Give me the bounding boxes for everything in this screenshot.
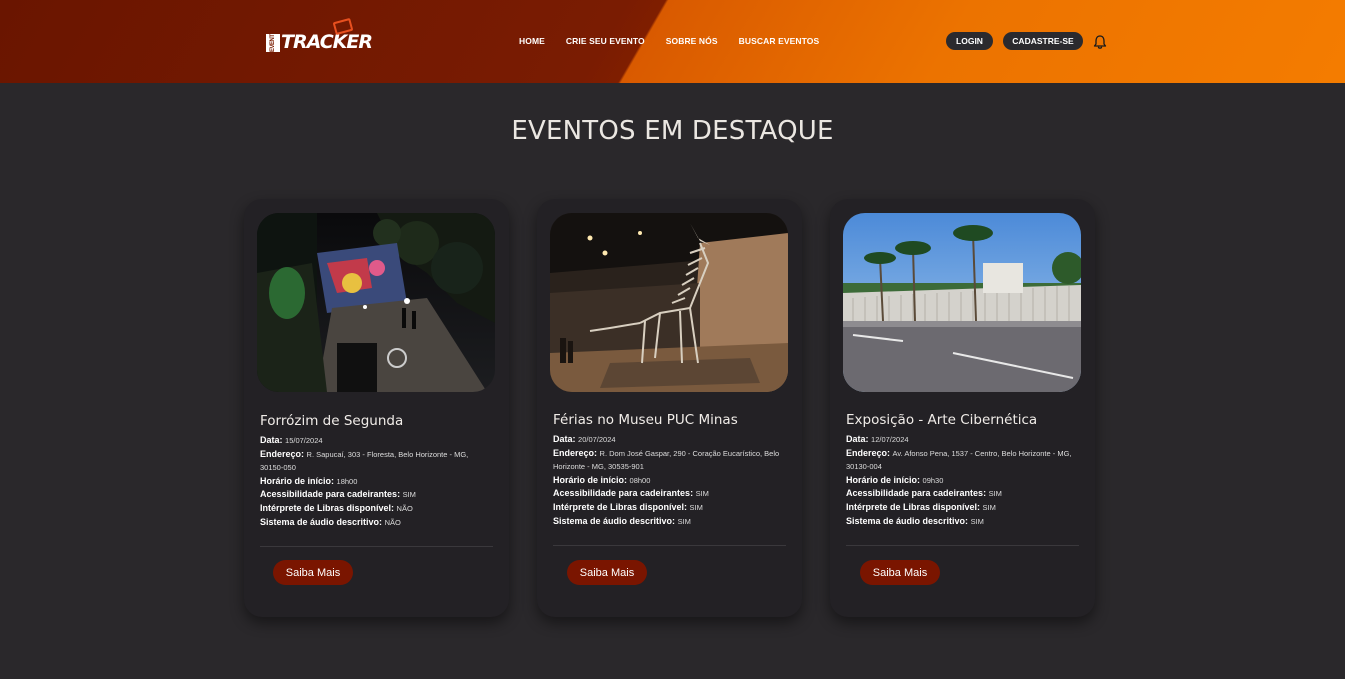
event-date: 20/07/2024 bbox=[578, 435, 616, 444]
wheelchair-label: Acessibilidade para cadeirantes: bbox=[553, 488, 694, 499]
nav-search-events-link[interactable]: BUSCAR EVENTOS bbox=[739, 36, 820, 46]
event-card: Forrózim de Segunda Data: 15/07/2024 End… bbox=[244, 199, 509, 617]
wheelchair-label: Acessibilidade para cadeirantes: bbox=[846, 488, 987, 499]
start-time-label: Horário de início: bbox=[846, 474, 921, 485]
address-label: Endereço: bbox=[846, 447, 891, 458]
page-title: EVENTOS EM DESTAQUE bbox=[511, 116, 834, 146]
event-libras: SIM bbox=[689, 502, 703, 512]
event-date: 12/07/2024 bbox=[871, 435, 909, 444]
date-label: Data: bbox=[260, 435, 283, 445]
start-time-label: Horário de início: bbox=[260, 475, 335, 486]
nav-about-link[interactable]: SOBRE NÓS bbox=[666, 36, 718, 46]
event-wheelchair: SIM bbox=[988, 489, 1002, 499]
audio-label: Sistema de áudio descritivo: bbox=[260, 516, 383, 527]
event-details: Data: 15/07/2024 Endereço: R. Sapucaí, 3… bbox=[260, 434, 490, 529]
event-start-time: 18h00 bbox=[336, 476, 358, 486]
card-divider bbox=[553, 545, 786, 546]
date-label: Data: bbox=[553, 434, 576, 444]
event-audio: SIM bbox=[677, 516, 691, 526]
nav-create-event-link[interactable]: CRIE SEU EVENTO bbox=[566, 36, 645, 46]
date-label: Data: bbox=[846, 434, 869, 444]
logo-text: TRACKER bbox=[281, 31, 373, 53]
libras-label: Intérprete de Libras disponível: bbox=[846, 501, 981, 512]
event-audio: NÃO bbox=[384, 517, 401, 527]
logo-badge: EVENT bbox=[266, 34, 280, 52]
saiba-mais-button[interactable]: Saiba Mais bbox=[860, 560, 940, 585]
event-card: Férias no Museu PUC Minas Data: 20/07/20… bbox=[537, 199, 802, 617]
nav-home-link[interactable]: HOME bbox=[519, 36, 545, 46]
event-date: 15/07/2024 bbox=[285, 436, 323, 445]
start-time-label: Horário de início: bbox=[553, 474, 628, 485]
signup-button[interactable]: CADASTRE-SE bbox=[1003, 32, 1083, 50]
event-libras: SIM bbox=[982, 502, 996, 512]
event-image-forrozim bbox=[257, 213, 495, 392]
libras-label: Intérprete de Libras disponível: bbox=[553, 501, 688, 512]
event-wheelchair: SIM bbox=[695, 489, 709, 499]
main-nav: HOME CRIE SEU EVENTO SOBRE NÓS BUSCAR EV… bbox=[519, 36, 840, 46]
event-wheelchair: SIM bbox=[402, 490, 416, 500]
event-card: Exposição - Arte Cibernética Data: 12/07… bbox=[830, 199, 1095, 617]
audio-label: Sistema de áudio descritivo: bbox=[553, 515, 676, 526]
saiba-mais-button[interactable]: Saiba Mais bbox=[273, 560, 353, 585]
saiba-mais-button[interactable]: Saiba Mais bbox=[567, 560, 647, 585]
libras-label: Intérprete de Libras disponível: bbox=[260, 502, 395, 513]
event-title: Exposição - Arte Cibernética bbox=[846, 412, 1038, 428]
card-divider bbox=[846, 545, 1079, 546]
notification-bell-icon[interactable] bbox=[1093, 34, 1107, 50]
eventtracker-logo[interactable]: EVENT TRACKER bbox=[266, 17, 373, 53]
event-image-museu bbox=[550, 213, 788, 392]
login-button[interactable]: LOGIN bbox=[946, 32, 993, 50]
event-audio: SIM bbox=[970, 516, 984, 526]
event-title: Férias no Museu PUC Minas bbox=[553, 412, 738, 428]
card-divider bbox=[260, 546, 493, 547]
event-title: Forrózim de Segunda bbox=[260, 413, 404, 429]
address-label: Endereço: bbox=[553, 447, 598, 458]
address-label: Endereço: bbox=[260, 448, 305, 459]
event-details: Data: 20/07/2024 Endereço: R. Dom José G… bbox=[553, 433, 783, 528]
wheelchair-label: Acessibilidade para cadeirantes: bbox=[260, 489, 401, 500]
event-start-time: 08h00 bbox=[629, 475, 651, 485]
event-start-time: 09h30 bbox=[922, 475, 944, 485]
top-navigation-bar: EVENT TRACKER HOME CRIE SEU EVENTO SOBRE… bbox=[0, 0, 1345, 83]
event-details: Data: 12/07/2024 Endereço: Av. Afonso Pe… bbox=[846, 433, 1076, 528]
event-image-arte-cibernetica bbox=[843, 213, 1081, 392]
event-libras: NÃO bbox=[396, 503, 413, 513]
audio-label: Sistema de áudio descritivo: bbox=[846, 515, 969, 526]
